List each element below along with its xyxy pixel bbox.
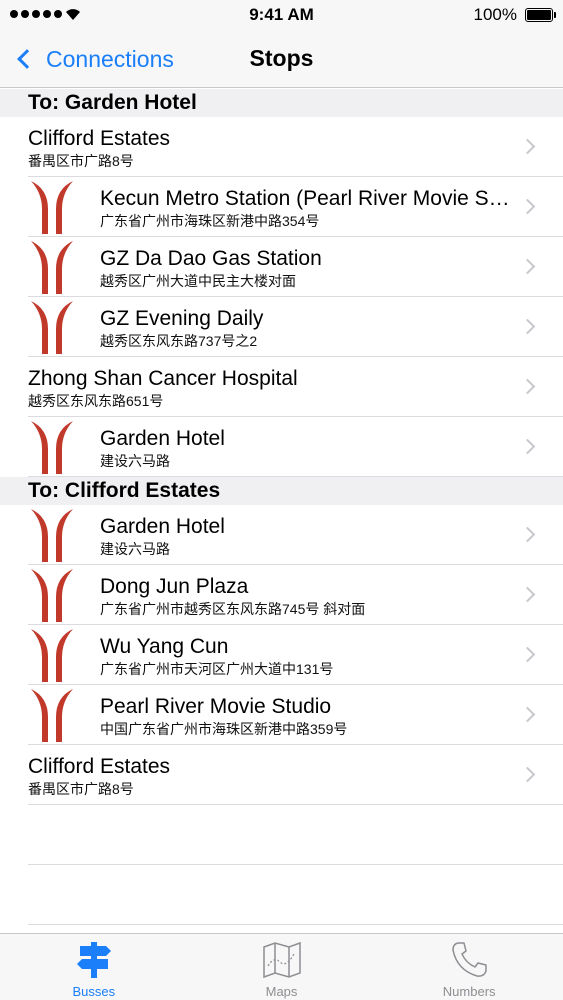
tab-busses[interactable]: Busses bbox=[0, 934, 188, 1000]
stop-row[interactable]: Zhong Shan Cancer Hospital 越秀区东风东路651号 bbox=[0, 357, 563, 417]
stop-address: 越秀区东风东路737号之2 bbox=[100, 333, 258, 349]
stop-address: 建设六马路 bbox=[100, 453, 170, 469]
stop-name: Zhong Shan Cancer Hospital bbox=[28, 367, 298, 390]
tab-bar: Busses Maps Numbers bbox=[0, 933, 563, 1000]
tab-maps[interactable]: Maps bbox=[188, 934, 376, 1000]
metro-logo-icon bbox=[31, 569, 73, 622]
chevron-right-icon bbox=[519, 586, 536, 603]
metro-logo-icon bbox=[31, 301, 73, 354]
chevron-right-icon bbox=[519, 318, 536, 335]
section-header: To: Clifford Estates bbox=[0, 477, 563, 505]
chevron-right-icon bbox=[519, 646, 536, 663]
stop-row[interactable]: GZ Evening Daily 越秀区东风东路737号之2 bbox=[0, 297, 563, 357]
stop-address: 越秀区东风东路651号 bbox=[28, 393, 164, 409]
stop-address: 番禺区市广路8号 bbox=[28, 153, 134, 169]
metro-logo-icon bbox=[31, 509, 73, 562]
stop-row[interactable]: GZ Da Dao Gas Station 越秀区广州大道中民主大楼对面 bbox=[0, 237, 563, 297]
metro-logo-icon bbox=[31, 689, 73, 742]
metro-logo-icon bbox=[31, 181, 73, 234]
metro-logo-icon bbox=[31, 421, 73, 474]
stop-name: Wu Yang Cun bbox=[100, 635, 229, 658]
chevron-right-icon bbox=[519, 198, 536, 215]
stop-row[interactable]: Garden Hotel 建设六马路 bbox=[0, 417, 563, 477]
stop-name: Pearl River Movie Studio bbox=[100, 695, 332, 718]
metro-logo-icon bbox=[31, 629, 73, 682]
section-header: To: Garden Hotel bbox=[0, 89, 563, 117]
stop-row[interactable]: Garden Hotel 建设六马路 bbox=[0, 505, 563, 565]
stop-address: 番禺区市广路8号 bbox=[28, 781, 134, 797]
battery-icon bbox=[525, 8, 556, 22]
chevron-right-icon bbox=[519, 706, 536, 723]
stop-name: Clifford Estates bbox=[28, 755, 171, 778]
phone-icon bbox=[452, 942, 487, 977]
stop-row[interactable]: Pearl River Movie Studio 中国广东省广州市海珠区新港中路3… bbox=[0, 685, 563, 745]
battery-percentage: 100% bbox=[473, 5, 517, 24]
empty-row bbox=[0, 805, 563, 865]
stop-name: Garden Hotel bbox=[100, 515, 225, 538]
navigation-bar: Connections Stops bbox=[0, 30, 563, 88]
stop-name: GZ Da Dao Gas Station bbox=[100, 247, 322, 270]
stop-address: 建设六马路 bbox=[100, 541, 170, 557]
stop-name: GZ Evening Daily bbox=[100, 307, 264, 330]
metro-logo-icon bbox=[31, 241, 73, 294]
chevron-right-icon bbox=[519, 258, 536, 275]
chevron-right-icon bbox=[519, 766, 536, 783]
tab-label: Maps bbox=[265, 984, 298, 999]
tab-label: Numbers bbox=[442, 984, 496, 999]
stop-row[interactable]: Wu Yang Cun 广东省广州市天河区广州大道中131号 bbox=[0, 625, 563, 685]
empty-row bbox=[0, 865, 563, 925]
page-title: Stops bbox=[249, 45, 314, 71]
tab-label: Busses bbox=[72, 984, 116, 999]
stops-list: To: Garden Hotel Clifford Estates 番禺区市广路8号… bbox=[0, 89, 563, 925]
stop-name: Clifford Estates bbox=[28, 127, 171, 150]
stop-address: 中国广东省广州市海珠区新港中路359号 bbox=[100, 721, 348, 737]
stop-row[interactable]: Clifford Estates 番禺区市广路8号 bbox=[0, 745, 563, 805]
stop-row[interactable]: Dong Jun Plaza 广东省广州市越秀区东风东路745号 斜对面 bbox=[0, 565, 563, 625]
chevron-right-icon bbox=[519, 526, 536, 543]
stop-name: Dong Jun Plaza bbox=[100, 575, 249, 598]
map-icon bbox=[262, 941, 301, 979]
stop-name: Kecun Metro Station (Pearl River Movie S… bbox=[100, 187, 515, 210]
stop-name: Garden Hotel bbox=[100, 427, 225, 450]
stop-address: 广东省广州市越秀区东风东路745号 斜对面 bbox=[100, 601, 366, 617]
stop-address: 越秀区广州大道中民主大楼对面 bbox=[100, 273, 296, 289]
stop-row[interactable]: Clifford Estates 番禺区市广路8号 bbox=[0, 117, 563, 177]
chevron-right-icon bbox=[519, 438, 536, 455]
signpost-icon bbox=[76, 942, 111, 978]
stop-address: 广东省广州市天河区广州大道中131号 bbox=[100, 661, 334, 677]
stop-address: 广东省广州市海珠区新港中路354号 bbox=[100, 213, 320, 229]
tab-numbers[interactable]: Numbers bbox=[375, 934, 563, 1000]
stop-row[interactable]: Kecun Metro Station (Pearl River Movie S… bbox=[0, 177, 563, 237]
status-bar: 9:41 AM 100% bbox=[0, 0, 563, 30]
chevron-right-icon bbox=[519, 138, 536, 155]
chevron-right-icon bbox=[519, 378, 536, 395]
